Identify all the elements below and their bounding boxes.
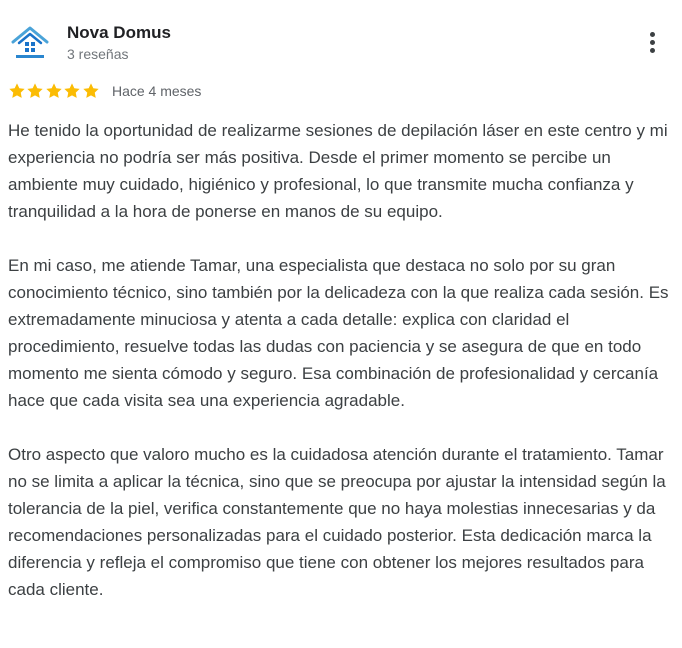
star-icon [8,82,26,100]
star-icon [45,82,63,100]
more-vert-icon-dot-2 [650,40,655,45]
star-rating [8,82,100,100]
author-name[interactable]: Nova Domus [67,23,171,43]
house-logo-icon [11,26,49,58]
more-options-button[interactable] [632,20,672,60]
review-text: He tenido la oportunidad de realizarme s… [8,117,676,630]
review-header: Nova Domus 3 reseñas [10,20,672,68]
star-icon [63,82,81,100]
star-icon [26,82,44,100]
more-vert-icon-dot-1 [650,32,655,37]
author-avatar[interactable] [10,22,50,62]
more-vert-icon-dot-3 [650,48,655,53]
review-time: Hace 4 meses [111,83,202,99]
rating-row: Hace 4 meses [8,80,201,102]
star-icon [82,82,100,100]
review-paragraph: Otro aspecto que valoro mucho es la cuid… [8,445,666,599]
author-review-count: 3 reseñas [67,46,129,62]
review-paragraph: He tenido la oportunidad de realizarme s… [8,121,668,221]
review-paragraph: En mi caso, me atiende Tamar, una especi… [8,256,669,410]
